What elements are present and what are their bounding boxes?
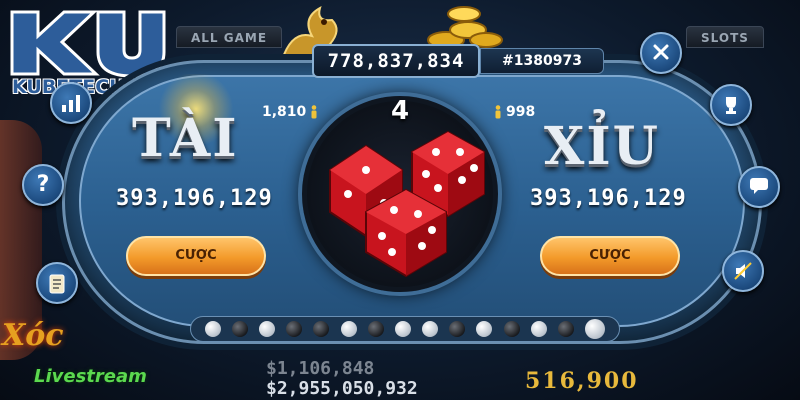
history-bead-white (422, 321, 439, 337)
history-bead-white (585, 319, 606, 339)
chat-button[interactable] (738, 166, 780, 208)
xoc-dia-label: Xóc (2, 318, 64, 353)
tai-player-count: 1,810 (262, 104, 318, 120)
history-bead-black (558, 321, 575, 337)
history-bead-black (313, 321, 330, 337)
countdown-timer: 4 (390, 96, 410, 126)
history-bead-black (449, 321, 466, 337)
chat-icon (750, 178, 768, 194)
help-button[interactable]: ? (22, 164, 64, 206)
history-scroll-icon (49, 274, 65, 294)
sound-button[interactable] (722, 250, 764, 292)
xiu-total-bet: 393,196,129 (530, 186, 687, 211)
all-game-tab[interactable]: ALL GAME (176, 26, 283, 48)
help-icon: ? (36, 172, 50, 197)
person-icon (311, 105, 317, 119)
xiu-player-count: 998 (494, 104, 535, 120)
jackpot-display: 778,837,834 (312, 44, 480, 78)
leaderboard-button[interactable] (710, 84, 752, 126)
lobby-jackpot-amount: $2,955,050,932 (266, 378, 418, 399)
person-icon (495, 105, 501, 119)
session-id: #1380973 (480, 48, 604, 74)
xiu-label: XỈU (544, 116, 661, 177)
history-bead-black (367, 321, 384, 337)
tai-player-count-value: 1,810 (262, 104, 307, 120)
tai-label: TÀI (132, 108, 239, 169)
livestream-label: Livestream (34, 366, 147, 387)
xiu-bet-button[interactable]: CƯỢC (540, 236, 680, 276)
history-bead-white (340, 321, 357, 337)
history-bead-white (530, 321, 547, 337)
result-history-bar (190, 316, 620, 342)
stats-button[interactable] (50, 82, 92, 124)
slots-tab[interactable]: SLOTS (686, 26, 764, 48)
lobby-jackpot-faded: $1,106,848 (266, 358, 375, 379)
tai-bet-button[interactable]: CƯỢC (126, 236, 266, 276)
history-bead-white (394, 321, 411, 337)
slot-jackpot-number: 516,900 (525, 368, 639, 394)
xiu-player-count-value: 998 (506, 104, 536, 120)
chart-icon (62, 95, 80, 112)
history-bead-black (286, 321, 303, 337)
history-bead-black (231, 321, 248, 337)
tai-total-bet: 393,196,129 (116, 186, 273, 211)
history-bead-white (258, 321, 275, 337)
ku-logo-icon (10, 10, 166, 78)
history-button[interactable] (36, 262, 78, 304)
history-bead-white (204, 321, 221, 337)
close-icon (653, 44, 669, 60)
sound-off-icon (734, 262, 752, 280)
history-bead-black (503, 321, 520, 337)
history-bead-white (476, 321, 493, 337)
close-button[interactable] (640, 32, 682, 74)
trophy-icon (726, 97, 736, 114)
dice-group (329, 130, 485, 278)
